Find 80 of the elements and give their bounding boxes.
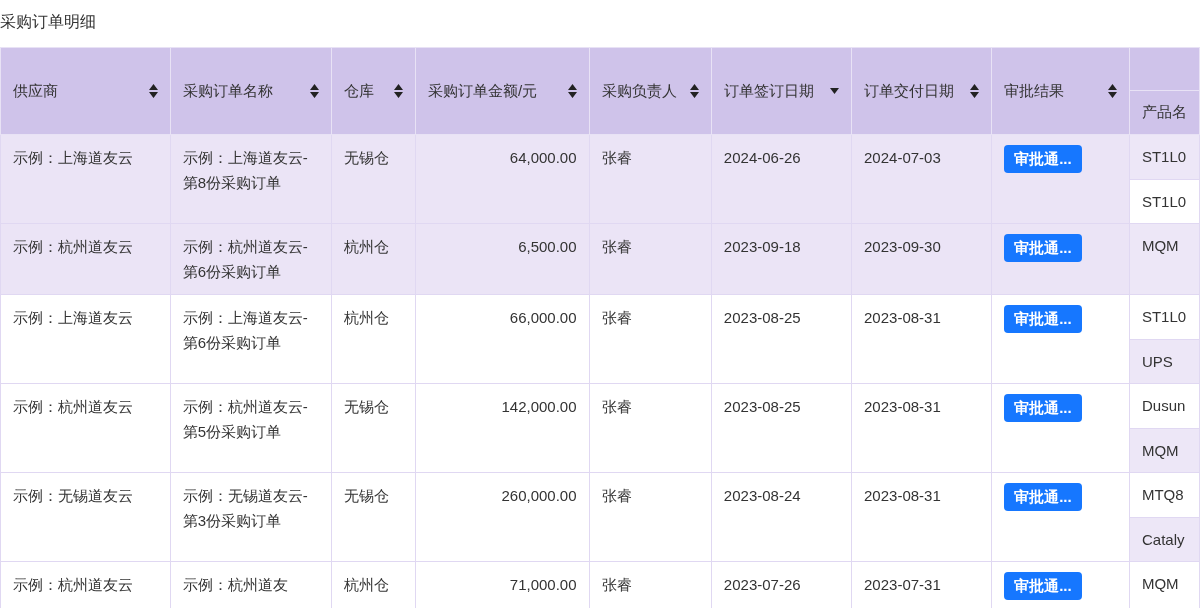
approval-button[interactable]: 审批通... <box>1004 483 1082 511</box>
table-cell: UPS <box>1129 339 1199 383</box>
sort-icon[interactable] <box>309 84 319 98</box>
sort-icon[interactable] <box>148 84 158 98</box>
column-header[interactable]: 采购订单金额/元 <box>415 47 590 135</box>
table-cell: 64,000.00 <box>415 134 590 224</box>
table-cell: 示例：杭州道友云 <box>0 223 171 295</box>
table-cell: 2023-08-31 <box>851 294 992 384</box>
sort-icon[interactable] <box>567 84 577 98</box>
table-cell: ST1L0 <box>1129 135 1199 179</box>
table-cell: 张睿 <box>589 134 712 224</box>
approval-button[interactable]: 审批通... <box>1004 394 1082 422</box>
column-header-label: 供应商 <box>13 80 58 101</box>
table-row[interactable]: 示例：杭州道友云 示例：杭州道友云-第6份采购订单 杭州仓 6,500.00 张睿 2023-09-18 2023-09-30 审批通... MQM <box>0 223 1200 295</box>
column-header[interactable]: 供应商 <box>0 47 171 135</box>
table-row[interactable]: 示例：杭州道友云 示例：杭州道友云-第5份采购订单 无锡仓 142,000.00 张睿 2023-08-25 2023-08-31 审批通... Dusun MQM <box>0 383 1200 473</box>
table-cell: 无锡仓 <box>331 383 416 473</box>
table-cell: 示例：杭州道友云 <box>0 383 171 473</box>
table-cell: 示例：无锡道友云-第3份采购订单 <box>170 472 332 562</box>
table-cell: 示例：杭州道友云-第5份采购订单 <box>170 383 332 473</box>
table-cell: 260,000.00 <box>415 472 590 562</box>
sort-icon[interactable] <box>970 84 980 98</box>
approval-button[interactable]: 审批通... <box>1004 145 1082 173</box>
table-cell: 2023-08-25 <box>711 383 852 473</box>
table-cell: 杭州仓 <box>331 223 416 295</box>
table-cell: 无锡仓 <box>331 472 416 562</box>
table-cell: 2023-08-31 <box>851 383 992 473</box>
table-cell: 2023-08-24 <box>711 472 852 562</box>
table-row[interactable]: 示例：无锡道友云 示例：无锡道友云-第3份采购订单 无锡仓 260,000.00 张睿 2023-08-24 2023-08-31 审批通... MTQ8 Cataly <box>0 472 1200 562</box>
table-cell: 6,500.00 <box>415 223 590 295</box>
column-header-label: 仓库 <box>343 80 374 101</box>
table-cell: 示例：上海道友云 <box>0 294 171 384</box>
table-cell: 2023-09-18 <box>711 223 852 295</box>
column-header-label: 订单签订日期 <box>723 80 814 101</box>
sort-icon[interactable] <box>394 84 404 98</box>
table-row[interactable]: 示例：杭州道友云 示例：杭州道友 杭州仓 71,000.00 张睿 2023-07-26 2023-07-31 审批通... MQM <box>0 561 1200 608</box>
table-cell: 示例：上海道友云-第8份采购订单 <box>170 134 332 224</box>
table-cell: 示例：杭州道友云 <box>0 561 171 608</box>
table-cell: 142,000.00 <box>415 383 590 473</box>
sort-icon[interactable] <box>1107 84 1117 98</box>
column-header[interactable]: 订单交付日期 <box>851 47 992 135</box>
approval-button[interactable]: 审批通... <box>1004 305 1082 333</box>
table-cell: 张睿 <box>589 383 712 473</box>
table-cell: 2023-09-30 <box>851 223 992 295</box>
column-header-label: 采购订单名称 <box>182 80 273 101</box>
table-cell: 无锡仓 <box>331 134 416 224</box>
table-cell: 2024-06-26 <box>711 134 852 224</box>
table-cell: 2023-08-31 <box>851 472 992 562</box>
sort-icon[interactable] <box>689 84 699 98</box>
table-cell: 张睿 <box>589 472 712 562</box>
column-header[interactable]: 采购订单名称 <box>170 47 332 135</box>
table-cell: 66,000.00 <box>415 294 590 384</box>
table-cell: 示例：杭州道友云-第6份采购订单 <box>170 223 332 295</box>
approval-button[interactable]: 审批通... <box>1004 234 1082 262</box>
sort-descending-icon[interactable] <box>830 88 840 94</box>
column-header[interactable]: 订单签订日期 <box>711 47 852 135</box>
table-cell: 2024-07-03 <box>851 134 992 224</box>
table-cell: 2023-08-25 <box>711 294 852 384</box>
column-header-label: 采购订单金额/元 <box>428 80 538 101</box>
table-cell: Cataly <box>1129 517 1199 561</box>
column-header[interactable]: 产品名 <box>1129 90 1200 135</box>
table-cell: 示例：上海道友云 <box>0 134 171 224</box>
column-group-header <box>1129 47 1200 91</box>
column-header[interactable]: 采购负责人 <box>589 47 712 135</box>
column-header-label: 订单交付日期 <box>864 80 955 101</box>
table-cell: 张睿 <box>589 294 712 384</box>
column-header[interactable]: 审批结果 <box>991 47 1130 135</box>
column-header-label: 审批结果 <box>1004 80 1065 101</box>
column-header-label: 采购负责人 <box>601 80 677 101</box>
table-cell: MQM <box>1129 428 1199 472</box>
table-cell: MQM <box>1129 224 1199 294</box>
table-cell: 杭州仓 <box>331 294 416 384</box>
table-cell: 示例：无锡道友云 <box>0 472 171 562</box>
column-header[interactable]: 仓库 <box>331 47 416 135</box>
approval-button[interactable]: 审批通... <box>1004 572 1082 600</box>
table-row[interactable]: 示例：上海道友云 示例：上海道友云-第8份采购订单 无锡仓 64,000.00 张睿 2024-06-26 2024-07-03 审批通... ST1L0 ST1L0 <box>0 134 1200 224</box>
table-row[interactable]: 示例：上海道友云 示例：上海道友云-第6份采购订单 杭州仓 66,000.00 张睿 2023-08-25 2023-08-31 审批通... ST1L0 UPS <box>0 294 1200 384</box>
table-cell: 张睿 <box>589 223 712 295</box>
table-cell: 示例：上海道友云-第6份采购订单 <box>170 294 332 384</box>
page-title: 采购订单明细 <box>0 12 97 32</box>
